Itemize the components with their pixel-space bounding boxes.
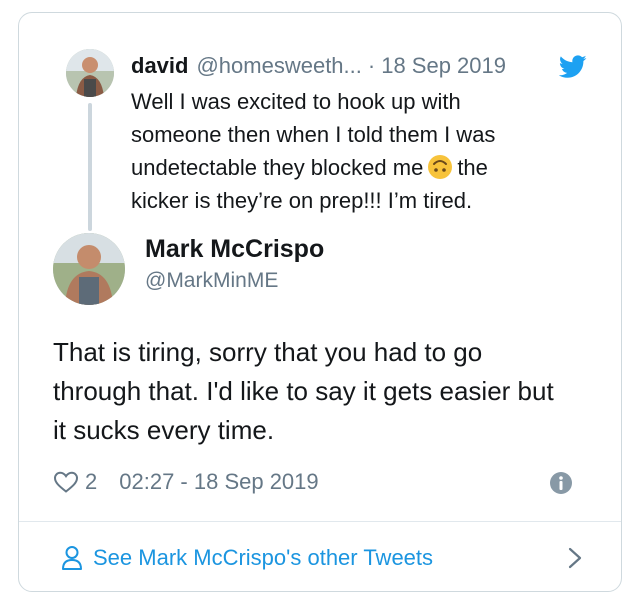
- main-author-handle[interactable]: @MarkMinME: [145, 269, 278, 293]
- heart-icon[interactable]: [53, 470, 79, 494]
- see-other-tweets-label: See Mark McCrispo's other Tweets: [93, 544, 434, 570]
- chevron-right-icon: [568, 547, 582, 569]
- parent-author-handle[interactable]: @homesweeth...: [196, 53, 361, 79]
- upside-down-face-icon: [428, 155, 453, 179]
- tweet-meta-row: 2 02:27 - 18 Sep 2019: [53, 467, 587, 497]
- like-count[interactable]: 2: [85, 469, 97, 495]
- header-separator: ·: [367, 53, 376, 78]
- main-tweet-text: That is tiring, sorry that you had to go…: [53, 337, 554, 445]
- main-author-name[interactable]: Mark McCrispo: [145, 235, 324, 264]
- parent-tweet-header: david @homesweeth... · 18 Sep 2019: [131, 51, 506, 81]
- parent-tweet-text: Well I was excited to hook up with someo…: [131, 85, 551, 217]
- thread-connector: [88, 103, 92, 231]
- parent-tweet-date[interactable]: 18 Sep 2019: [381, 53, 506, 79]
- person-icon: [62, 545, 82, 570]
- main-avatar[interactable]: [53, 233, 125, 305]
- parent-author-name[interactable]: david: [131, 53, 188, 79]
- parent-avatar[interactable]: [66, 49, 114, 97]
- see-other-tweets-link[interactable]: See Mark McCrispo's other Tweets: [19, 522, 621, 591]
- embedded-tweet-card: david @homesweeth... · 18 Sep 2019 Well …: [18, 12, 622, 592]
- twitter-bird-icon[interactable]: [559, 55, 587, 79]
- info-icon[interactable]: [549, 471, 573, 495]
- tweet-timestamp[interactable]: 02:27 - 18 Sep 2019: [119, 469, 318, 495]
